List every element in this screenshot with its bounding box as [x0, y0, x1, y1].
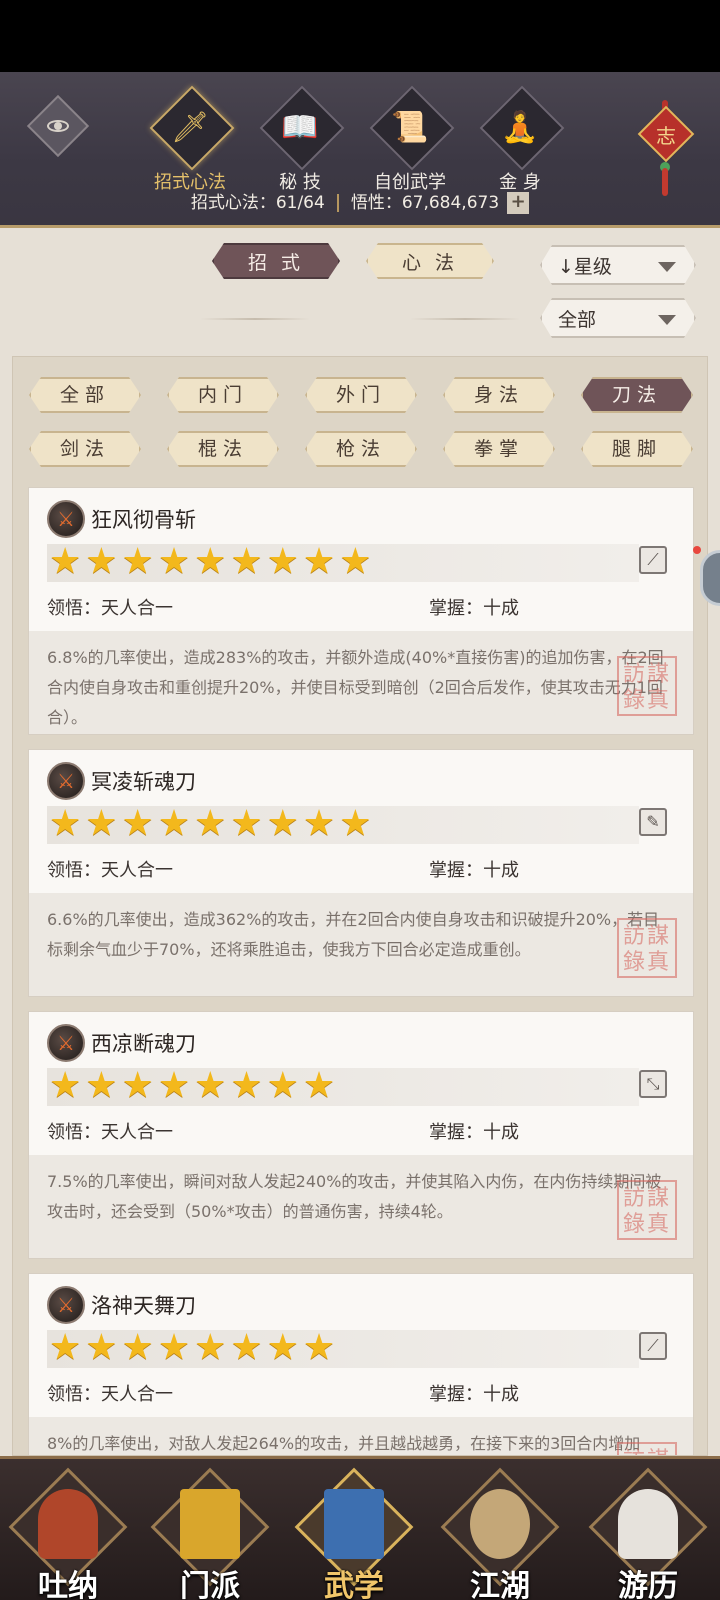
stats-line: 招式心法：61/64 悟性：67,684,673 + [0, 188, 720, 214]
star-icons: ★★★★★★★★★ [49, 803, 376, 844]
bottom-nav-martial[interactable]: 武学 [294, 1467, 414, 1600]
bottom-nav-sect[interactable]: 门派 [150, 1467, 270, 1600]
comprehension-level: 领悟：天人合一 [47, 598, 173, 619]
star-rating: ★★★★★★★★★ [47, 541, 639, 582]
skill-description: 6.8%的几率使出，造成283%的攻击，并额外造成(40%*直接伤害)的追加伤害… [29, 631, 693, 734]
skill-card[interactable]: ⚔ 洛神天舞刀 ★★★★★★★★ ⟋ 领悟：天人合一 掌握：十成 8%的几率使出… [28, 1273, 694, 1455]
star-rating: ★★★★★★★★ [47, 1327, 639, 1368]
bottom-nav-label: 江湖 [470, 1569, 530, 1600]
tag-all[interactable]: 全部 [29, 377, 141, 413]
tab-moves[interactable]: 招 式 [212, 243, 340, 279]
mastery-level: 掌握：十成 [429, 860, 519, 881]
side-drawer-handle[interactable] [700, 550, 720, 606]
bottom-nav-label: 游历 [618, 1569, 678, 1600]
top-header: 🗡 招式心法 📖 秘 技 📜 自创武学 🧘 金 身 志 招式心法：61/64 悟性… [0, 72, 720, 228]
blade-skill-icon: ⚔ [47, 1286, 85, 1324]
star-icons: ★★★★★★★★ [49, 1065, 340, 1106]
bottom-nav-label: 武学 [324, 1569, 384, 1600]
bottom-nav-jianghu[interactable]: 江湖 [440, 1467, 560, 1600]
sort-select[interactable]: ↓星级 [540, 245, 696, 285]
skill-name: 冥凌斩魂刀 [91, 770, 196, 794]
nav-moves-xinfa[interactable]: 🗡 招式心法 [142, 85, 238, 196]
tag-outer[interactable]: 外门 [305, 377, 417, 413]
chevron-down-icon [658, 262, 676, 272]
tag-fist[interactable]: 拳掌 [443, 431, 555, 467]
moves-count: 招式心法：61/64 [190, 193, 325, 213]
mastery-level: 掌握：十成 [429, 1384, 519, 1405]
nav-golden-body[interactable]: 🧘 金 身 [472, 85, 568, 196]
star-icons: ★★★★★★★★★ [49, 541, 376, 582]
star-icons: ★★★★★★★★ [49, 1327, 340, 1368]
scope-select[interactable]: 全部 [540, 298, 696, 338]
tag-spear[interactable]: 枪法 [305, 431, 417, 467]
skill-list-panel: 全部 内门 外门 身法 刀法 剑法 棍法 枪法 拳掌 腿脚 ⚔ 狂风彻骨斩 ★★… [12, 356, 708, 1456]
blade-skill-icon: ⚔ [47, 1024, 85, 1062]
blade-skill-icon: ⚔ [47, 762, 85, 800]
skill-card[interactable]: ⚔ 狂风彻骨斩 ★★★★★★★★★ ⟋ 领悟：天人合一 掌握：十成 6.8%的几… [28, 487, 694, 735]
divider-ornament [200, 318, 310, 320]
tag-sword[interactable]: 剑法 [29, 431, 141, 467]
tag-leg[interactable]: 腿脚 [581, 431, 693, 467]
sort-select-value: ↓星级 [558, 256, 612, 278]
bottom-nav-travel[interactable]: 游历 [588, 1467, 708, 1600]
skill-description: 8%的几率使出，对敌人发起264%的攻击，并且越战越勇，在接下来的3回合内增加3… [29, 1417, 693, 1455]
star-rating: ★★★★★★★★ [47, 1065, 639, 1106]
seal-stamp: 訪謀 錄真 [617, 1442, 677, 1455]
blade-category-icon: ⤡ [639, 1070, 667, 1098]
scope-select-value: 全部 [558, 309, 597, 331]
comprehension-level: 领悟：天人合一 [47, 860, 173, 881]
tab-xinfa[interactable]: 心 法 [366, 243, 494, 279]
meditation-icon: 🧘 [501, 110, 539, 145]
chevron-down-icon [658, 315, 676, 325]
insight-value: 悟性：67,684,673 [350, 193, 500, 213]
seal-stamp: 訪謀 錄真 [617, 918, 677, 978]
horse-icon [618, 1489, 678, 1559]
notification-dot [693, 546, 701, 554]
tag-blade[interactable]: 刀法 [581, 377, 693, 413]
charm-icon: 志 [656, 124, 676, 148]
tag-staff[interactable]: 棍法 [167, 431, 279, 467]
blade-skill-icon: ⚔ [47, 500, 85, 538]
skill-description: 7.5%的几率使出，瞬间对敌人发起240%的攻击，并使其陷入内伤，在内伤持续期间… [29, 1155, 693, 1258]
comprehension-level: 领悟：天人合一 [47, 1384, 173, 1405]
monk-icon [38, 1489, 98, 1559]
bottom-nav-label: 门派 [180, 1569, 240, 1600]
sword-icon: 🗡 [170, 110, 210, 145]
skill-card[interactable]: ⚔ 西凉断魂刀 ★★★★★★★★ ⤡ 领悟：天人合一 掌握：十成 7.5%的几率… [28, 1011, 694, 1259]
bottom-nav: 吐纳 门派 武学 江湖 游历 [0, 1456, 720, 1600]
blade-category-icon: ✎ [639, 808, 667, 836]
seal-stamp: 訪謀 錄真 [617, 656, 677, 716]
mastery-level: 掌握：十成 [429, 1122, 519, 1143]
add-insight-button[interactable]: + [507, 192, 530, 214]
eye-toggle-button[interactable] [26, 94, 90, 158]
blade-category-icon: ⟋ [639, 1332, 667, 1360]
straw-hat-icon [470, 1489, 530, 1559]
book-icon: 📖 [281, 110, 319, 145]
bottom-nav-label: 吐纳 [38, 1569, 98, 1600]
skill-name: 洛神天舞刀 [91, 1294, 196, 1318]
skill-name: 西凉断魂刀 [91, 1032, 196, 1056]
skill-name: 狂风彻骨斩 [91, 508, 196, 532]
nav-secret-skill[interactable]: 📖 秘 技 [252, 85, 348, 196]
seal-stamp: 訪謀 錄真 [617, 1180, 677, 1240]
bottom-nav-breathing[interactable]: 吐纳 [8, 1467, 128, 1600]
tag-body-art[interactable]: 身法 [443, 377, 555, 413]
mastery-level: 掌握：十成 [429, 598, 519, 619]
manual-book-icon [324, 1489, 384, 1559]
status-bar [0, 0, 720, 72]
banner-icon [180, 1489, 240, 1559]
divider-ornament [410, 318, 520, 320]
skill-card[interactable]: ⚔ 冥凌斩魂刀 ★★★★★★★★★ ✎ 领悟：天人合一 掌握：十成 6.6%的几… [28, 749, 694, 997]
star-rating: ★★★★★★★★★ [47, 803, 639, 844]
skill-description: 6.6%的几率使出，造成362%的攻击，并在2回合内使自身攻击和识破提升20%，… [29, 893, 693, 996]
tag-inner[interactable]: 内门 [167, 377, 279, 413]
scroll-icon: 📜 [391, 110, 429, 145]
nav-custom-martial[interactable]: 📜 自创武学 [362, 85, 458, 196]
comprehension-level: 领悟：天人合一 [47, 1122, 173, 1143]
blade-category-icon: ⟋ [639, 546, 667, 574]
